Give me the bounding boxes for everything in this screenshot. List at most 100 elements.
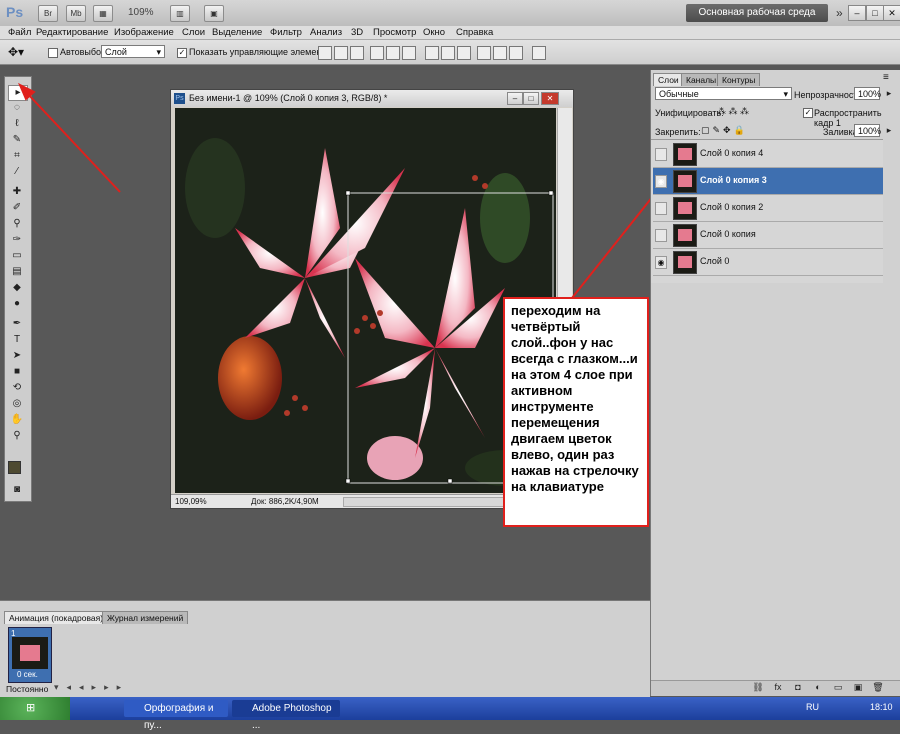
clone-stamp-tool-icon[interactable]: ⚲ [8, 217, 26, 231]
brush-tool-icon[interactable]: ✐ [8, 201, 26, 215]
menu-view[interactable]: Просмотр [373, 26, 416, 39]
autoselect-checkbox[interactable] [48, 48, 58, 58]
move-tool-preset-icon[interactable]: ✥▾ [8, 45, 24, 59]
layer-style-icon[interactable]: fx [771, 681, 785, 693]
distribute-bottom-icon[interactable] [457, 46, 471, 60]
align-bottom-icon[interactable] [350, 46, 364, 60]
doc-minimize-button[interactable]: – [507, 92, 523, 105]
screen-mode-icon[interactable]: ▣ [204, 5, 224, 22]
align-middle-icon[interactable] [334, 46, 348, 60]
mini-bridge-button[interactable]: Mb [66, 5, 86, 22]
tab-measurement-log[interactable]: Журнал измерений [102, 611, 189, 624]
menu-filter[interactable]: Фильтр [270, 26, 302, 39]
path-selection-tool-icon[interactable]: ➤ [8, 349, 26, 363]
distribute-middle-icon[interactable] [441, 46, 455, 60]
menu-layers[interactable]: Слои [182, 26, 205, 39]
visibility-toggle[interactable] [655, 148, 667, 161]
panel-menu-icon[interactable]: ≡ [883, 72, 889, 83]
3d-orbit-tool-icon[interactable]: ◎ [8, 397, 26, 411]
move-tool-icon[interactable]: ▸ [8, 85, 28, 101]
quick-select-tool-icon[interactable]: ✎ [8, 133, 26, 147]
quick-mask-icon[interactable]: ◙ [8, 483, 26, 497]
distribute-center-icon[interactable] [493, 46, 507, 60]
align-top-icon[interactable] [318, 46, 332, 60]
menu-edit[interactable]: Редактирование [36, 26, 108, 39]
align-center-icon[interactable] [386, 46, 400, 60]
doc-close-button[interactable]: ✕ [541, 92, 559, 105]
layer-row[interactable]: ◉ Слой 0 [653, 249, 883, 276]
autoselect-dropdown[interactable]: Слой ▾ [101, 45, 165, 58]
new-group-icon[interactable]: ▭ [831, 681, 845, 693]
align-right-icon[interactable] [402, 46, 416, 60]
frame-delay[interactable]: 0 сек. [17, 670, 38, 679]
menu-analysis[interactable]: Анализ [310, 26, 342, 39]
hand-tool-icon[interactable]: ✋ [8, 413, 26, 427]
loop-option[interactable]: Постоянно [6, 684, 48, 694]
minimize-button[interactable]: – [848, 5, 866, 21]
workspace-button[interactable]: Основная рабочая среда [686, 4, 828, 22]
history-brush-tool-icon[interactable]: ✑ [8, 233, 26, 247]
taskbar-task-spelling[interactable]: Орфография и пу... [124, 700, 228, 731]
document-canvas[interactable] [175, 108, 556, 493]
menu-select[interactable]: Выделение [212, 26, 262, 39]
shape-tool-icon[interactable]: ■ [8, 365, 26, 379]
fill-input[interactable]: 100% [854, 124, 881, 137]
distribute-top-icon[interactable] [425, 46, 439, 60]
lock-icons[interactable]: ▢✎✥🔒 [701, 125, 748, 136]
type-tool-icon[interactable]: T [8, 333, 26, 347]
auto-align-icon[interactable] [532, 46, 546, 60]
zoom-level-top[interactable]: 109% [128, 7, 154, 18]
extras-icon[interactable]: ▦ [93, 5, 113, 22]
3d-rotate-tool-icon[interactable]: ⟲ [8, 381, 26, 395]
trash-icon[interactable]: 🗑 [871, 681, 885, 693]
language-indicator[interactable]: RU [806, 702, 819, 712]
zoom-tool-icon[interactable]: ⚲ [8, 429, 26, 443]
adjustment-layer-icon[interactable]: ◐ [811, 681, 825, 693]
menu-image[interactable]: Изображение [114, 26, 174, 39]
close-button[interactable]: ✕ [883, 5, 900, 21]
layer-row-selected[interactable]: ◉ Слой 0 копия 3 [653, 168, 883, 195]
blur-tool-icon[interactable]: ◆ [8, 281, 26, 295]
document-zoom[interactable]: 109,09% [175, 495, 207, 508]
layer-mask-icon[interactable]: ◘ [791, 681, 805, 693]
eraser-tool-icon[interactable]: ▭ [8, 249, 26, 263]
tab-channels[interactable]: Каналы [681, 73, 722, 86]
chevron-double-right-icon[interactable]: » [836, 6, 843, 20]
opacity-input[interactable]: 100% [854, 87, 881, 100]
pen-tool-icon[interactable]: ✒ [8, 317, 26, 331]
healing-brush-tool-icon[interactable]: ✚ [8, 185, 26, 199]
distribute-right-icon[interactable] [509, 46, 523, 60]
propagate-frame-checkbox[interactable]: ✓ [803, 108, 813, 118]
bridge-button[interactable]: Br [38, 5, 58, 22]
tab-animation[interactable]: Анимация (покадровая) [4, 611, 109, 624]
distribute-left-icon[interactable] [477, 46, 491, 60]
blend-mode-dropdown[interactable]: Обычные ▾ [655, 87, 792, 100]
menu-help[interactable]: Справка [456, 26, 493, 39]
layer-row[interactable]: Слой 0 копия 2 [653, 195, 883, 222]
show-controls-checkbox[interactable]: ✓ [177, 48, 187, 58]
menu-3d[interactable]: 3D [351, 26, 363, 39]
crop-tool-icon[interactable]: ⌗ [8, 149, 26, 163]
tab-layers[interactable]: Слои [653, 73, 684, 86]
visibility-toggle[interactable] [655, 229, 667, 242]
menu-file[interactable]: Файл [8, 26, 31, 39]
maximize-button[interactable]: □ [866, 5, 884, 21]
lasso-tool-icon[interactable]: ℓ [8, 117, 26, 131]
align-left-icon[interactable] [370, 46, 384, 60]
eye-icon[interactable]: ◉ [655, 175, 667, 188]
visibility-toggle[interactable] [655, 202, 667, 215]
marquee-tool-icon[interactable]: ◌ [8, 101, 26, 115]
animation-frame[interactable]: 1 0 сек. [8, 627, 52, 683]
foreground-color-swatch[interactable] [8, 461, 21, 474]
unify-icons[interactable]: ⁂ ⁂ ⁂ [717, 106, 749, 117]
layer-row[interactable]: Слой 0 копия 4 [653, 141, 883, 168]
arrange-documents-icon[interactable]: ▥ [170, 5, 190, 22]
start-button[interactable]: ⊞ [0, 697, 70, 720]
opacity-arrow-icon[interactable]: ▸ [882, 87, 896, 99]
eyedropper-tool-icon[interactable]: ⁄ [8, 165, 26, 179]
dodge-tool-icon[interactable]: ● [8, 297, 26, 311]
doc-maximize-button[interactable]: □ [523, 92, 539, 105]
taskbar-task-photoshop[interactable]: Adobe Photoshop ... [232, 700, 340, 731]
link-layers-icon[interactable]: ⛓ [751, 681, 765, 693]
menu-window[interactable]: Окно [423, 26, 445, 39]
